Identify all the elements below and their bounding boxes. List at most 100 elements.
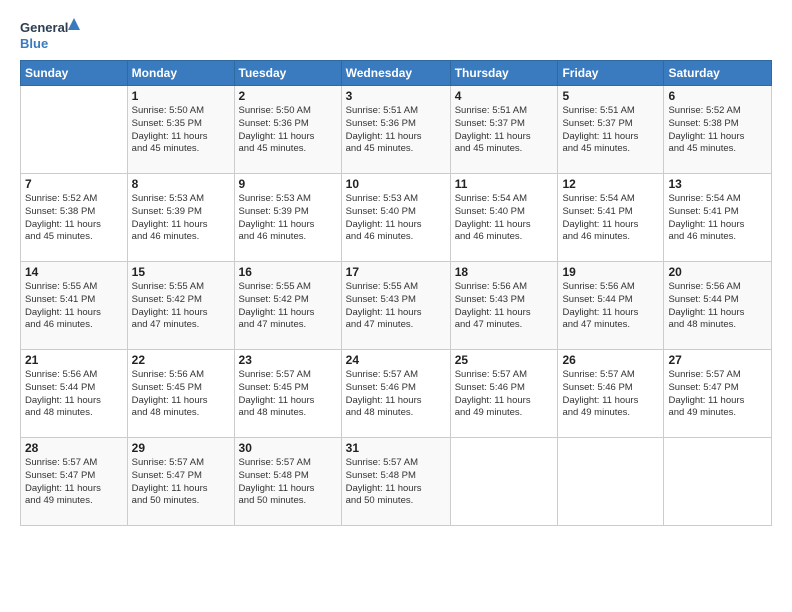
calendar-week-row: 7Sunrise: 5:52 AM Sunset: 5:38 PM Daylig…	[21, 174, 772, 262]
calendar-cell: 4 Sunrise: 5:51 AM Sunset: 5:37 PM Daylig…	[450, 86, 558, 174]
day-number: 30	[239, 441, 337, 455]
day-number: 19	[562, 265, 659, 279]
calendar-cell: 16 Sunrise: 5:55 AM Sunset: 5:42 PM Dayli…	[234, 262, 341, 350]
day-number: 1	[132, 89, 230, 103]
day-info: Sunrise: 5:55 AM Sunset: 5:42 PM Dayligh…	[239, 281, 337, 332]
day-number: 21	[25, 353, 123, 367]
day-number: 25	[455, 353, 554, 367]
day-number: 6	[668, 89, 767, 103]
calendar-cell: 13 Sunrise: 5:54 AM Sunset: 5:41 PM Dayli…	[664, 174, 772, 262]
day-number: 29	[132, 441, 230, 455]
day-info: Sunrise: 5:57 AM Sunset: 5:45 PM Dayligh…	[239, 369, 337, 420]
calendar-cell: 24Sunrise: 5:57 AM Sunset: 5:46 PM Dayli…	[341, 350, 450, 438]
day-info: Sunrise: 5:50 AM Sunset: 5:35 PM Dayligh…	[132, 105, 230, 156]
day-number: 13	[668, 177, 767, 191]
day-number: 14	[25, 265, 123, 279]
calendar-week-row: 28Sunrise: 5:57 AM Sunset: 5:47 PM Dayli…	[21, 438, 772, 526]
day-info: Sunrise: 5:56 AM Sunset: 5:43 PM Dayligh…	[455, 281, 554, 332]
calendar-cell: 15Sunrise: 5:55 AM Sunset: 5:42 PM Dayli…	[127, 262, 234, 350]
day-info: Sunrise: 5:57 AM Sunset: 5:46 PM Dayligh…	[455, 369, 554, 420]
day-info: Sunrise: 5:57 AM Sunset: 5:46 PM Dayligh…	[562, 369, 659, 420]
day-info: Sunrise: 5:56 AM Sunset: 5:44 PM Dayligh…	[25, 369, 123, 420]
day-info: Sunrise: 5:56 AM Sunset: 5:44 PM Dayligh…	[668, 281, 767, 332]
calendar-cell: 10Sunrise: 5:53 AM Sunset: 5:40 PM Dayli…	[341, 174, 450, 262]
day-number: 9	[239, 177, 337, 191]
day-number: 4	[455, 89, 554, 103]
calendar-body: 1 Sunrise: 5:50 AM Sunset: 5:35 PM Daylig…	[21, 86, 772, 526]
calendar-cell: 18 Sunrise: 5:56 AM Sunset: 5:43 PM Dayli…	[450, 262, 558, 350]
calendar-cell: 12 Sunrise: 5:54 AM Sunset: 5:41 PM Dayli…	[558, 174, 664, 262]
calendar-cell: 7Sunrise: 5:52 AM Sunset: 5:38 PM Daylig…	[21, 174, 128, 262]
day-info: Sunrise: 5:53 AM Sunset: 5:39 PM Dayligh…	[132, 193, 230, 244]
calendar-cell: 19 Sunrise: 5:56 AM Sunset: 5:44 PM Dayli…	[558, 262, 664, 350]
day-number: 31	[346, 441, 446, 455]
calendar-cell: 8Sunrise: 5:53 AM Sunset: 5:39 PM Daylig…	[127, 174, 234, 262]
day-number: 16	[239, 265, 337, 279]
day-info: Sunrise: 5:51 AM Sunset: 5:37 PM Dayligh…	[562, 105, 659, 156]
calendar-week-row: 21 Sunrise: 5:56 AM Sunset: 5:44 PM Dayli…	[21, 350, 772, 438]
day-number: 20	[668, 265, 767, 279]
header: General Blue	[20, 16, 772, 52]
day-of-week-header: Monday	[127, 61, 234, 86]
calendar-cell: 5 Sunrise: 5:51 AM Sunset: 5:37 PM Daylig…	[558, 86, 664, 174]
logo: General Blue	[20, 16, 80, 52]
calendar-cell: 2 Sunrise: 5:50 AM Sunset: 5:36 PM Daylig…	[234, 86, 341, 174]
calendar-cell: 23 Sunrise: 5:57 AM Sunset: 5:45 PM Dayli…	[234, 350, 341, 438]
day-info: Sunrise: 5:57 AM Sunset: 5:48 PM Dayligh…	[239, 457, 337, 508]
calendar-cell	[558, 438, 664, 526]
calendar-cell: 25 Sunrise: 5:57 AM Sunset: 5:46 PM Dayli…	[450, 350, 558, 438]
day-info: Sunrise: 5:55 AM Sunset: 5:43 PM Dayligh…	[346, 281, 446, 332]
day-number: 23	[239, 353, 337, 367]
calendar-week-row: 14Sunrise: 5:55 AM Sunset: 5:41 PM Dayli…	[21, 262, 772, 350]
calendar-cell: 21 Sunrise: 5:56 AM Sunset: 5:44 PM Dayli…	[21, 350, 128, 438]
calendar-cell: 3 Sunrise: 5:51 AM Sunset: 5:36 PM Daylig…	[341, 86, 450, 174]
day-info: Sunrise: 5:52 AM Sunset: 5:38 PM Dayligh…	[668, 105, 767, 156]
calendar-cell: 11 Sunrise: 5:54 AM Sunset: 5:40 PM Dayli…	[450, 174, 558, 262]
svg-text:Blue: Blue	[20, 36, 48, 51]
day-number: 7	[25, 177, 123, 191]
calendar-cell: 27 Sunrise: 5:57 AM Sunset: 5:47 PM Dayli…	[664, 350, 772, 438]
day-info: Sunrise: 5:53 AM Sunset: 5:40 PM Dayligh…	[346, 193, 446, 244]
day-number: 17	[346, 265, 446, 279]
page: General Blue SundayMondayTuesdayWednesda…	[0, 0, 792, 612]
calendar-cell	[450, 438, 558, 526]
calendar-cell: 14Sunrise: 5:55 AM Sunset: 5:41 PM Dayli…	[21, 262, 128, 350]
day-info: Sunrise: 5:56 AM Sunset: 5:45 PM Dayligh…	[132, 369, 230, 420]
day-info: Sunrise: 5:54 AM Sunset: 5:41 PM Dayligh…	[668, 193, 767, 244]
day-info: Sunrise: 5:55 AM Sunset: 5:42 PM Dayligh…	[132, 281, 230, 332]
day-number: 27	[668, 353, 767, 367]
day-info: Sunrise: 5:57 AM Sunset: 5:47 PM Dayligh…	[132, 457, 230, 508]
calendar-cell: 28Sunrise: 5:57 AM Sunset: 5:47 PM Dayli…	[21, 438, 128, 526]
day-info: Sunrise: 5:57 AM Sunset: 5:47 PM Dayligh…	[25, 457, 123, 508]
day-info: Sunrise: 5:56 AM Sunset: 5:44 PM Dayligh…	[562, 281, 659, 332]
day-number: 2	[239, 89, 337, 103]
day-of-week-header: Wednesday	[341, 61, 450, 86]
day-info: Sunrise: 5:57 AM Sunset: 5:47 PM Dayligh…	[668, 369, 767, 420]
day-info: Sunrise: 5:50 AM Sunset: 5:36 PM Dayligh…	[239, 105, 337, 156]
calendar-cell: 30 Sunrise: 5:57 AM Sunset: 5:48 PM Dayli…	[234, 438, 341, 526]
calendar-cell: 17 Sunrise: 5:55 AM Sunset: 5:43 PM Dayli…	[341, 262, 450, 350]
day-number: 18	[455, 265, 554, 279]
logo-svg: General Blue	[20, 16, 80, 52]
day-of-week-row: SundayMondayTuesdayWednesdayThursdayFrid…	[21, 61, 772, 86]
day-info: Sunrise: 5:54 AM Sunset: 5:41 PM Dayligh…	[562, 193, 659, 244]
day-number: 24	[346, 353, 446, 367]
day-of-week-header: Thursday	[450, 61, 558, 86]
day-number: 3	[346, 89, 446, 103]
day-number: 22	[132, 353, 230, 367]
day-of-week-header: Sunday	[21, 61, 128, 86]
day-of-week-header: Saturday	[664, 61, 772, 86]
calendar-cell: 29 Sunrise: 5:57 AM Sunset: 5:47 PM Dayli…	[127, 438, 234, 526]
day-info: Sunrise: 5:54 AM Sunset: 5:40 PM Dayligh…	[455, 193, 554, 244]
day-info: Sunrise: 5:51 AM Sunset: 5:37 PM Dayligh…	[455, 105, 554, 156]
svg-text:General: General	[20, 20, 68, 35]
calendar-table: SundayMondayTuesdayWednesdayThursdayFrid…	[20, 60, 772, 526]
day-of-week-header: Tuesday	[234, 61, 341, 86]
calendar-cell	[664, 438, 772, 526]
day-number: 5	[562, 89, 659, 103]
day-number: 12	[562, 177, 659, 191]
day-number: 11	[455, 177, 554, 191]
day-info: Sunrise: 5:57 AM Sunset: 5:48 PM Dayligh…	[346, 457, 446, 508]
day-info: Sunrise: 5:51 AM Sunset: 5:36 PM Dayligh…	[346, 105, 446, 156]
calendar-cell: 26Sunrise: 5:57 AM Sunset: 5:46 PM Dayli…	[558, 350, 664, 438]
